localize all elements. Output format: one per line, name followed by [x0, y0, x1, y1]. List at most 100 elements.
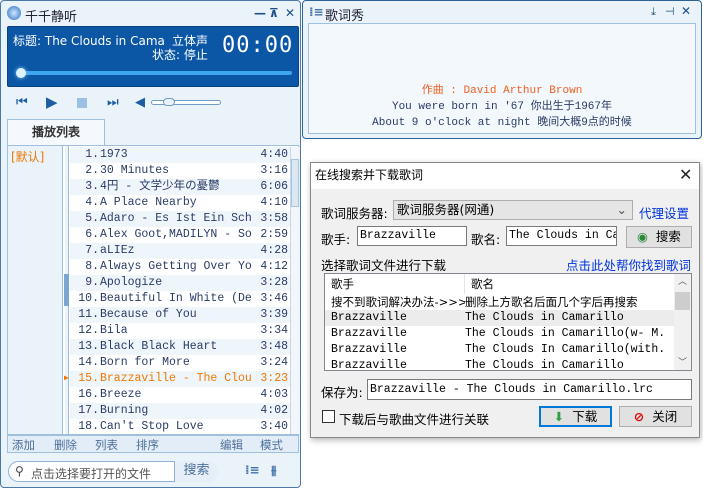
track-duration: 6:06	[260, 180, 288, 193]
track-name: Brazzaville - The Clouds...	[100, 372, 252, 385]
playlist-item[interactable]: 7. aLIEz 4:28	[70, 243, 290, 259]
window-title: 千千静听	[25, 10, 78, 25]
scrollbar-thumb[interactable]	[291, 159, 299, 207]
pin-icon[interactable]: ⊣	[665, 5, 675, 18]
playlist-item[interactable]: 13. Black Black Heart 3:48	[70, 339, 290, 355]
associate-label: 下载后与歌曲文件进行关联	[339, 412, 490, 427]
playlist-item[interactable]: 14. Born for More 3:24	[70, 355, 290, 371]
equalizer-icon[interactable]: ⫵	[271, 463, 277, 478]
playlist-scrollbar[interactable]	[290, 147, 299, 434]
volume-handle[interactable]	[162, 98, 175, 106]
lyric-line: You were born in '67 你出生于1967年	[391, 101, 613, 113]
chevron-down-icon: ⌄	[616, 202, 627, 217]
next-icon[interactable]: ⏭	[107, 95, 119, 110]
playlist-item[interactable]: 5.Adaro - Es Ist Ein Schne... 3:58	[70, 211, 290, 227]
list-button[interactable]: 列表	[95, 437, 118, 453]
splitter-handle[interactable]	[64, 274, 69, 306]
seek-bar[interactable]	[18, 71, 292, 75]
track-name: Because of You	[100, 308, 197, 321]
track-duration: 3:46	[260, 292, 288, 305]
result-song: The Clouds In Camarillo(with...	[465, 343, 665, 356]
scroll-down-icon[interactable]: ﹀	[678, 355, 687, 368]
playlist-item[interactable]: 12. Bila 3:34	[70, 323, 290, 339]
previous-icon[interactable]: ⏮	[16, 95, 28, 110]
track-title: 标题: The Clouds in Cama	[13, 34, 165, 48]
play-icon[interactable]: ▶	[46, 93, 58, 111]
search-button[interactable]: 搜索	[174, 461, 218, 482]
dialog-close-button[interactable]: ✕	[679, 165, 692, 184]
playlist-panel: [默认] 1. 1973 4:40 2. 30 Minutes 3:16 3. 4円 - 文学…	[7, 145, 299, 435]
file-search-box[interactable]: ⚲ 点击选择要打开的文件 搜索	[8, 461, 218, 482]
result-artist: Brazzaville	[331, 359, 407, 371]
playlist-item[interactable]: 2. 30 Minutes 3:16	[70, 163, 290, 179]
scroll-up-icon[interactable]: ︿	[674, 274, 691, 287]
result-row[interactable]: Brazzaville The Clouds in Camarillo	[325, 358, 691, 371]
track-name: Adaro - Es Ist Ein Schne...	[100, 212, 252, 225]
server-select[interactable]: 歌词服务器(网通) ⌄	[393, 200, 633, 220]
track-name: Beautiful In White (Demo)	[100, 292, 252, 305]
save-as-input[interactable]: Brazzaville - The Clouds in Camarillo.lr…	[367, 379, 692, 400]
column-artist[interactable]: 歌手	[325, 274, 465, 294]
play-status: 状态: 停止	[152, 48, 208, 62]
playlist-item[interactable]: 4. A Place Nearby 4:10	[70, 195, 290, 211]
track-duration: 3:23	[260, 372, 288, 385]
mini-mode-button[interactable]: ⊼	[269, 6, 279, 20]
playlist-item[interactable]: ▶ 15.Brazzaville - The Clouds... 3:23	[64, 371, 290, 387]
associate-checkbox[interactable]	[322, 410, 335, 423]
scrollbar-thumb[interactable]	[675, 292, 690, 310]
result-row[interactable]: Brazzaville The Clouds in Camarillo(w- M.…	[325, 326, 691, 342]
sort-button[interactable]: 排序	[136, 437, 159, 453]
download-lyrics-icon[interactable]: ⤓	[651, 5, 656, 19]
tab-playlist[interactable]: 播放列表	[7, 119, 105, 145]
search-input[interactable]: 点击选择要打开的文件	[31, 465, 151, 482]
track-duration: 4:12	[260, 260, 288, 273]
lyrics-toggle-icon[interactable]: ⁞≡	[245, 463, 260, 477]
artist-input[interactable]: Brazzaville	[357, 226, 467, 246]
close-button[interactable]: ✕	[285, 6, 295, 20]
playlist-item[interactable]: 6.Alex Goot,MADILYN - Some... 2:59	[70, 227, 290, 243]
delete-button[interactable]: 删除	[54, 437, 77, 453]
track-number: 10.	[78, 292, 99, 305]
playlist-item[interactable]: 8. Always Getting Over You 4:12	[70, 259, 290, 275]
track-number: 12.	[78, 324, 99, 337]
download-label: 下载	[572, 409, 598, 424]
lyrics-close-button[interactable]: ✕	[681, 4, 691, 18]
help-find-lyrics-link[interactable]: 点击此处帮你找到歌词	[566, 255, 691, 274]
add-button[interactable]: 添加	[12, 437, 35, 453]
edit-button[interactable]: 编辑	[220, 437, 243, 453]
playlist-item[interactable]: 1. 1973 4:40	[70, 147, 290, 163]
track-duration: 3:24	[260, 356, 288, 369]
seek-handle[interactable]	[16, 68, 26, 78]
minimize-button[interactable]: —	[254, 6, 266, 20]
playlist-item[interactable]: 9. Apologize 3:28	[70, 275, 290, 291]
download-button[interactable]: ⬇ 下载	[539, 406, 612, 427]
results-list: 搜不到歌词解决办法->>> 删除上方歌名后面几个字后再搜索 Brazzaville T…	[325, 294, 691, 371]
playlist-item[interactable]: 16. Breeze 4:03	[70, 387, 290, 403]
track-name: Burning	[100, 404, 149, 417]
track-number: 2.	[85, 164, 99, 177]
playlist-item[interactable]: 10.Beautiful In White (Demo) 3:46	[70, 291, 290, 307]
result-row[interactable]: 搜不到歌词解决办法->>> 删除上方歌名后面几个字后再搜索	[325, 294, 691, 310]
close-dialog-button[interactable]: ⊘ 关闭	[619, 406, 692, 427]
volume-icon[interactable]: ◀	[135, 95, 145, 110]
volume-slider[interactable]	[151, 100, 221, 105]
column-song[interactable]: 歌名	[465, 274, 665, 294]
result-row[interactable]: Brazzaville The Clouds in Camarillo	[325, 310, 691, 326]
playlist-item[interactable]: 17. Burning 4:02	[70, 403, 290, 419]
proxy-settings-link[interactable]: 代理设置	[639, 203, 689, 222]
stop-icon[interactable]	[77, 98, 87, 108]
song-input[interactable]: The Clouds in Camarillo	[506, 226, 617, 246]
search-lyrics-button[interactable]: ◉ 搜索	[626, 226, 692, 248]
result-row[interactable]: Brazzaville The Clouds In Camarillo(with.…	[325, 342, 691, 358]
mode-button[interactable]: 模式	[260, 437, 283, 453]
lyric-line: About 9 o'clock at night 晚间大概9点的时候	[372, 117, 632, 129]
results-scrollbar[interactable]: ︿ ﹀	[674, 274, 691, 370]
playlist-item[interactable]: 18. Can't Stop Love 3:40	[70, 419, 290, 435]
playlist-item[interactable]: 11. Because of You 3:39	[70, 307, 290, 323]
playlist-item[interactable]: 3. 4円 - 文学少年の憂鬱 6:06	[70, 179, 290, 195]
globe-search-icon: ◉	[637, 229, 648, 244]
category-default[interactable]: [默认]	[8, 146, 63, 434]
track-duration: 3:16	[260, 164, 288, 177]
track-duration: 2:59	[260, 228, 288, 241]
lyric-line: 作曲 : David Arthur Brown	[421, 85, 583, 97]
